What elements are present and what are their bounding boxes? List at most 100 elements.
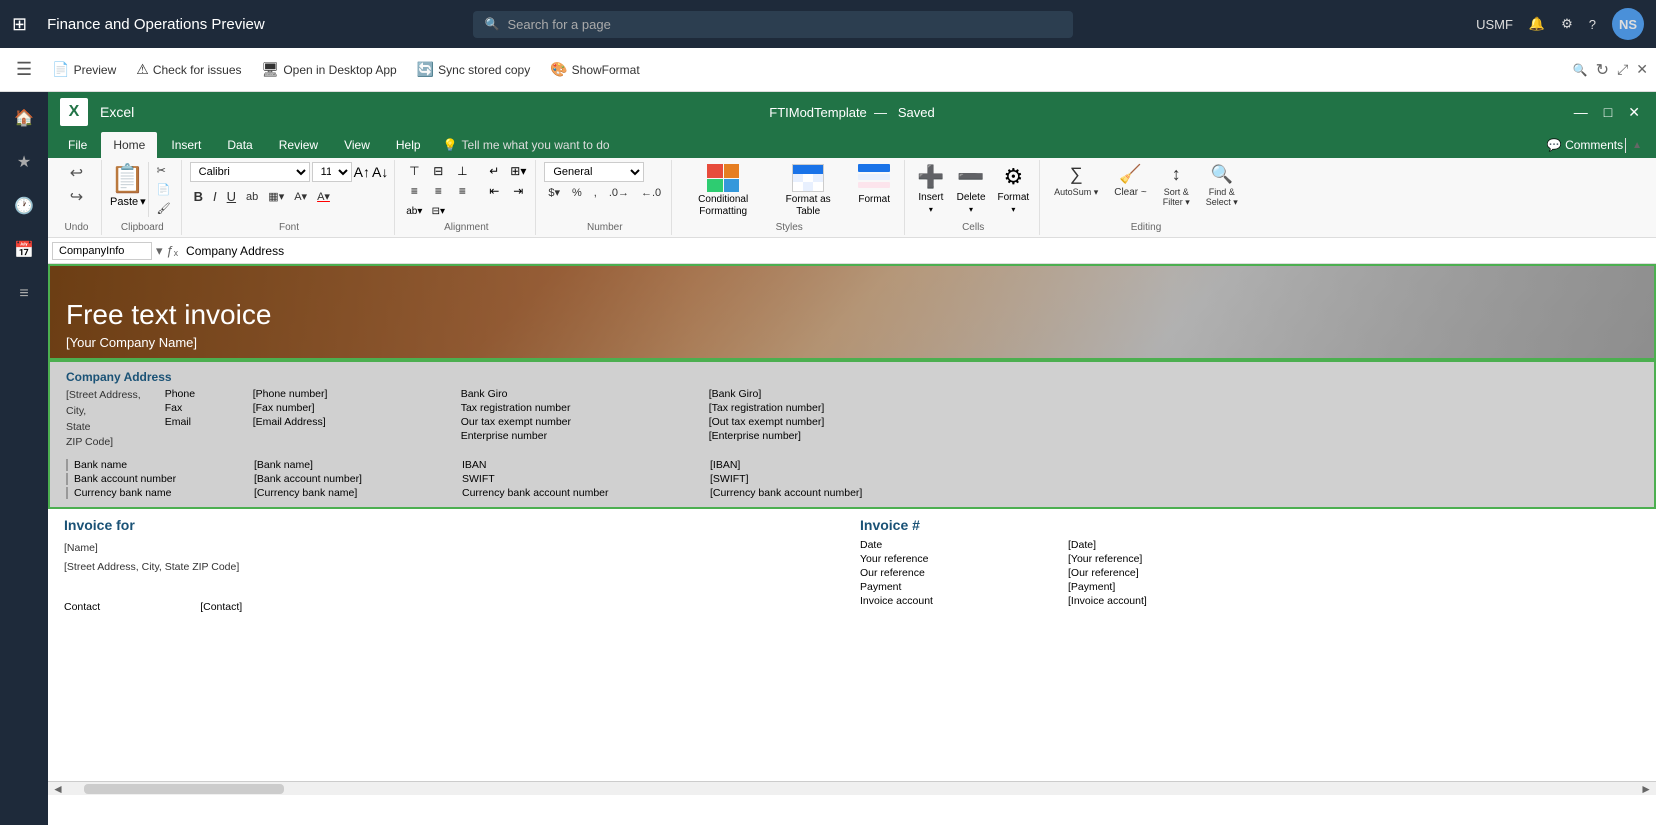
font-size-select[interactable]: 11	[312, 162, 352, 182]
tell-me-input[interactable]: 💡 Tell me what you want to do	[435, 134, 1545, 156]
find-select-button[interactable]: 🔍 Find &Select ▾	[1200, 162, 1244, 210]
sidebar-recent-icon[interactable]: 🕐	[6, 188, 42, 224]
editing-group-label: Editing	[1131, 220, 1162, 233]
cut-button[interactable]: ✂	[153, 162, 175, 179]
conditional-format-button[interactable]: Conditional Formatting	[680, 162, 766, 220]
orientation-button[interactable]: ab▾	[403, 202, 425, 220]
search-bar[interactable]: 🔍 Search for a page	[473, 11, 1073, 38]
number-format-select[interactable]: General	[544, 162, 644, 182]
open-desktop-button[interactable]: 🖥 Open in Desktop App	[254, 57, 405, 82]
tab-review[interactable]: Review	[267, 132, 330, 158]
decrease-decimal-button[interactable]: ←.0	[637, 185, 665, 201]
sheet-content: Free text invoice [Your Company Name] Co…	[48, 264, 1656, 825]
copy-button[interactable]: 📄	[153, 181, 175, 198]
popout-icon[interactable]: ⤢	[1617, 61, 1628, 78]
notifications-icon[interactable]: 🔔	[1529, 16, 1545, 32]
sidebar-calendar-icon[interactable]: 📅	[6, 232, 42, 268]
search-action-icon[interactable]: 🔍	[1573, 63, 1588, 77]
invoice-header-area[interactable]: Free text invoice [Your Company Name]	[48, 264, 1656, 360]
formula-input[interactable]	[182, 242, 1652, 260]
align-bottom-button[interactable]: ⊥	[451, 162, 473, 180]
ribbon-group-clipboard: 📋 Paste ▾ ✂ 📄 🖌 Clipboard	[104, 160, 182, 235]
align-right-button[interactable]: ≡	[451, 182, 473, 200]
address-line-1: [Street Address,	[66, 388, 141, 404]
merge-cells-button[interactable]: ⊟▾	[427, 202, 449, 220]
undo-button[interactable]: ↩	[66, 162, 87, 184]
expand-formula-icon[interactable]: ▾	[156, 243, 163, 259]
cell-reference-input[interactable]	[52, 242, 152, 260]
strikethrough-button[interactable]: ab	[242, 189, 262, 205]
hamburger-icon[interactable]: ☰	[8, 55, 40, 84]
paste-button[interactable]: 📋	[110, 162, 145, 195]
settings-icon[interactable]: ⚙	[1561, 16, 1573, 32]
font-color-button[interactable]: A▾	[313, 188, 334, 205]
bold-button[interactable]: B	[190, 187, 207, 206]
action-bar: ☰ 📄 Preview ⚠ Check for issues 🖥 Open in…	[0, 48, 1656, 92]
sync-copy-button[interactable]: 🔄 Sync stored copy	[409, 57, 538, 82]
show-format-button[interactable]: 🎨 ShowFormat	[542, 57, 647, 82]
format-cells-button[interactable]: ⚙ Format ▾	[994, 162, 1034, 216]
check-issues-button[interactable]: ⚠ Check for issues	[128, 57, 249, 82]
percent-button[interactable]: %	[568, 185, 586, 201]
address-line-4: ZIP Code]	[66, 435, 141, 451]
align-middle-button[interactable]: ⊟	[427, 162, 449, 180]
ribbon-collapse-button[interactable]: ▲	[1625, 138, 1648, 153]
increase-decimal-button[interactable]: .0→	[605, 185, 633, 201]
sidebar-home-icon[interactable]: 🏠	[6, 100, 42, 136]
refresh-icon[interactable]: ↻	[1596, 60, 1609, 80]
preview-button[interactable]: 📄 Preview	[44, 57, 124, 82]
avatar[interactable]: NS	[1612, 8, 1644, 40]
tab-data[interactable]: Data	[215, 132, 264, 158]
invoice-for-column: Invoice for [Name] [Street Address, City…	[64, 517, 844, 613]
spreadsheet-area[interactable]: Free text invoice [Your Company Name] Co…	[48, 264, 1656, 825]
borders-button[interactable]: ▦▾	[264, 188, 288, 205]
currency-button[interactable]: $▾	[544, 184, 564, 201]
insert-cells-button[interactable]: ➕ Insert ▾	[913, 162, 948, 216]
tab-home[interactable]: Home	[101, 132, 157, 158]
fill-color-button[interactable]: A▾	[290, 188, 311, 205]
tab-file[interactable]: File	[56, 132, 99, 158]
align-center-button[interactable]: ≡	[427, 182, 449, 200]
decrease-indent-button[interactable]: ⇤	[483, 182, 505, 200]
scroll-thumb[interactable]	[84, 784, 284, 794]
increase-indent-button[interactable]: ⇥	[507, 182, 529, 200]
maximize-button[interactable]: □	[1600, 100, 1616, 125]
sort-filter-button[interactable]: ↕ Sort &Filter ▾	[1157, 162, 1196, 210]
sidebar-star-icon[interactable]: ★	[6, 144, 42, 180]
close-button[interactable]: ✕	[1624, 100, 1644, 125]
align-left-button[interactable]: ≡	[403, 182, 425, 200]
cell-styles-button[interactable]: Format	[850, 162, 898, 207]
scroll-left-icon[interactable]: ◄	[52, 782, 64, 796]
horizontal-scrollbar[interactable]: ◄ ►	[48, 781, 1656, 795]
format-painter-button[interactable]: 🖌	[153, 200, 175, 217]
decrease-font-button[interactable]: A↓	[372, 164, 388, 180]
tab-help[interactable]: Help	[384, 132, 433, 158]
minimize-button[interactable]: —	[1570, 100, 1592, 125]
clear-button[interactable]: 🧹 Clear ~	[1108, 162, 1153, 200]
font-name-select[interactable]: Calibri	[190, 162, 310, 182]
comments-button[interactable]: 💬 Comments	[1547, 138, 1623, 152]
enterprise-label: Enterprise number	[461, 430, 701, 442]
format-as-table-button[interactable]: Format as Table	[770, 162, 846, 220]
paste-dropdown[interactable]: Paste ▾	[110, 195, 146, 208]
sidebar-list-icon[interactable]: ≡	[6, 276, 42, 312]
scroll-right-icon[interactable]: ►	[1640, 782, 1652, 796]
tab-view[interactable]: View	[332, 132, 382, 158]
open-desktop-icon: 🖥	[262, 61, 280, 78]
insert-function-icon[interactable]: ƒₓ	[167, 243, 179, 258]
underline-button[interactable]: U	[223, 187, 240, 206]
merge-center-button[interactable]: ⊞▾	[507, 162, 529, 180]
tab-insert[interactable]: Insert	[159, 132, 213, 158]
redo-button[interactable]: ↪	[66, 186, 87, 208]
app-grid-icon[interactable]: ⊞	[12, 14, 27, 35]
delete-cells-button[interactable]: ➖ Delete ▾	[953, 162, 990, 216]
italic-button[interactable]: I	[209, 187, 221, 206]
bank-account-value: [Bank account number]	[254, 473, 454, 485]
autosum-button[interactable]: ∑ AutoSum ▾	[1048, 162, 1104, 200]
comma-button[interactable]: ,	[590, 185, 601, 201]
align-top-button[interactable]: ⊤	[403, 162, 425, 180]
help-icon[interactable]: ?	[1589, 17, 1596, 32]
increase-font-button[interactable]: A↑	[354, 164, 370, 180]
close-action-icon[interactable]: ✕	[1636, 61, 1648, 78]
wrap-text-button[interactable]: ↵	[483, 162, 505, 180]
